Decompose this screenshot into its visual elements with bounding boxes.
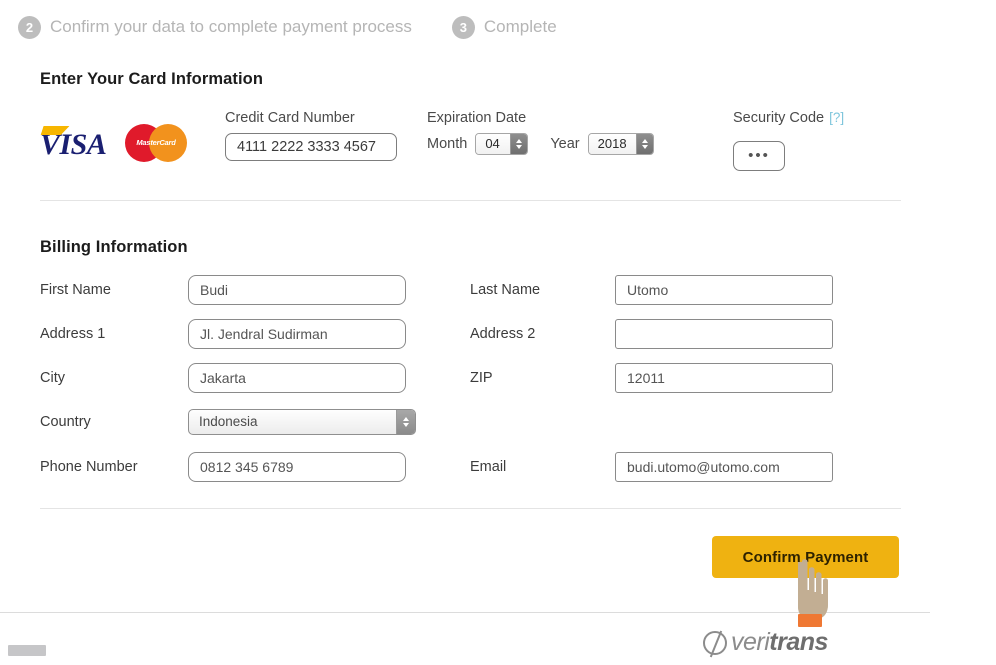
- field-row-phone-number: Phone Number 0812 345 6789: [40, 452, 406, 482]
- confirm-payment-button[interactable]: Confirm Payment: [712, 536, 899, 578]
- email-input[interactable]: budi.utomo@utomo.com: [615, 452, 833, 482]
- field-row-address-1: Address 1 Jl. Jendral Sudirman: [40, 319, 406, 349]
- section-divider-top: [40, 200, 901, 201]
- security-code-label-row: Security Code [?]: [733, 110, 844, 133]
- card-section-title: Enter Your Card Information: [40, 70, 264, 88]
- step-item-3: 3 Complete: [451, 15, 557, 39]
- address-2-input[interactable]: [615, 319, 833, 349]
- last-name-label: Last Name: [470, 282, 541, 298]
- city-input[interactable]: Jakarta: [188, 363, 406, 393]
- chevron-up-icon[interactable]: [641, 139, 648, 143]
- email-label: Email: [470, 459, 507, 475]
- veritrans-logo: veritrans: [703, 628, 828, 657]
- step-label-2: Confirm your data to complete payment pr…: [50, 17, 412, 36]
- credit-card-number-input[interactable]: 4111 2222 3333 4567: [225, 133, 397, 161]
- step-badge-3: 3: [451, 15, 475, 39]
- security-code-input[interactable]: •••: [733, 141, 785, 171]
- chevron-up-icon[interactable]: [516, 139, 523, 143]
- year-label: Year: [550, 136, 580, 152]
- mastercard-wordmark: MasterCard: [136, 138, 176, 147]
- zip-label: ZIP: [470, 370, 493, 386]
- month-label: Month: [427, 136, 468, 152]
- country-label: Country: [40, 414, 91, 430]
- field-row-email: Email budi.utomo@utomo.com: [470, 452, 833, 482]
- zip-input[interactable]: 12011: [615, 363, 833, 393]
- field-row-first-name: First Name Budi: [40, 275, 406, 305]
- security-code-label: Security Code: [733, 110, 825, 126]
- step-badge-2: 2: [18, 15, 41, 39]
- field-row-zip: ZIP 12011: [470, 363, 833, 393]
- first-name-label: First Name: [40, 282, 111, 298]
- payment-page: 2 Confirm your data to complete payment …: [0, 0, 996, 665]
- year-control-wrap: Year 2018: [550, 133, 654, 155]
- year-stepper-arrows[interactable]: [635, 134, 653, 154]
- country-select-arrows[interactable]: [396, 410, 415, 434]
- phone-number-input[interactable]: 0812 345 6789: [188, 452, 406, 482]
- step-label-3: Complete: [483, 17, 557, 36]
- veritrans-wordmark: veritrans: [731, 628, 828, 657]
- veritrans-mark-icon: [703, 630, 727, 655]
- year-stepper[interactable]: 2018: [587, 133, 654, 155]
- country-select-value[interactable]: Indonesia: [189, 410, 396, 434]
- step-indicator: 2 Confirm your data to complete payment …: [18, 12, 557, 42]
- last-name-input[interactable]: Utomo: [615, 275, 833, 305]
- chevron-up-icon[interactable]: [403, 417, 409, 421]
- veritrans-wordmark-prefix: veri: [731, 628, 770, 656]
- month-value[interactable]: 04: [476, 134, 511, 154]
- country-select[interactable]: Indonesia: [188, 409, 416, 435]
- expiration-date-label: Expiration Date: [427, 110, 527, 126]
- footer-divider: [0, 612, 930, 613]
- address-1-input[interactable]: Jl. Jendral Sudirman: [188, 319, 406, 349]
- chevron-down-icon[interactable]: [641, 145, 648, 149]
- month-stepper[interactable]: 04: [475, 133, 529, 155]
- credit-card-number-label: Credit Card Number: [225, 110, 355, 126]
- chevron-down-icon[interactable]: [516, 145, 523, 149]
- security-code-group: Security Code [?] •••: [733, 110, 844, 171]
- chevron-down-icon[interactable]: [403, 423, 409, 427]
- billing-section-title: Billing Information: [40, 238, 188, 256]
- field-row-country: Country Indonesia: [40, 409, 416, 435]
- expiration-date-group: Expiration Date Month 04 Year 2018: [427, 110, 654, 155]
- mastercard-logo: MasterCard: [125, 124, 187, 162]
- field-row-last-name: Last Name Utomo: [470, 275, 833, 305]
- city-label: City: [40, 370, 65, 386]
- veritrans-wordmark-suffix: trans: [769, 628, 828, 656]
- address-2-label: Address 2: [470, 326, 536, 342]
- field-row-city: City Jakarta: [40, 363, 406, 393]
- month-stepper-arrows[interactable]: [510, 134, 528, 154]
- phone-number-label: Phone Number: [40, 459, 138, 475]
- card-brand-logos: VISA MasterCard: [40, 124, 190, 164]
- horizontal-scrollbar-thumb[interactable]: [8, 645, 46, 656]
- field-row-address-2: Address 2: [470, 319, 833, 349]
- address-1-label: Address 1: [40, 326, 106, 342]
- section-divider-bottom: [40, 508, 901, 509]
- step-item-2: 2 Confirm your data to complete payment …: [18, 15, 412, 39]
- year-value[interactable]: 2018: [588, 134, 636, 154]
- first-name-input[interactable]: Budi: [188, 275, 406, 305]
- expiration-controls-row: Month 04 Year 2018: [427, 133, 654, 155]
- security-code-help-icon[interactable]: [?]: [829, 110, 844, 125]
- credit-card-number-group: Credit Card Number 4111 2222 3333 4567: [225, 110, 397, 161]
